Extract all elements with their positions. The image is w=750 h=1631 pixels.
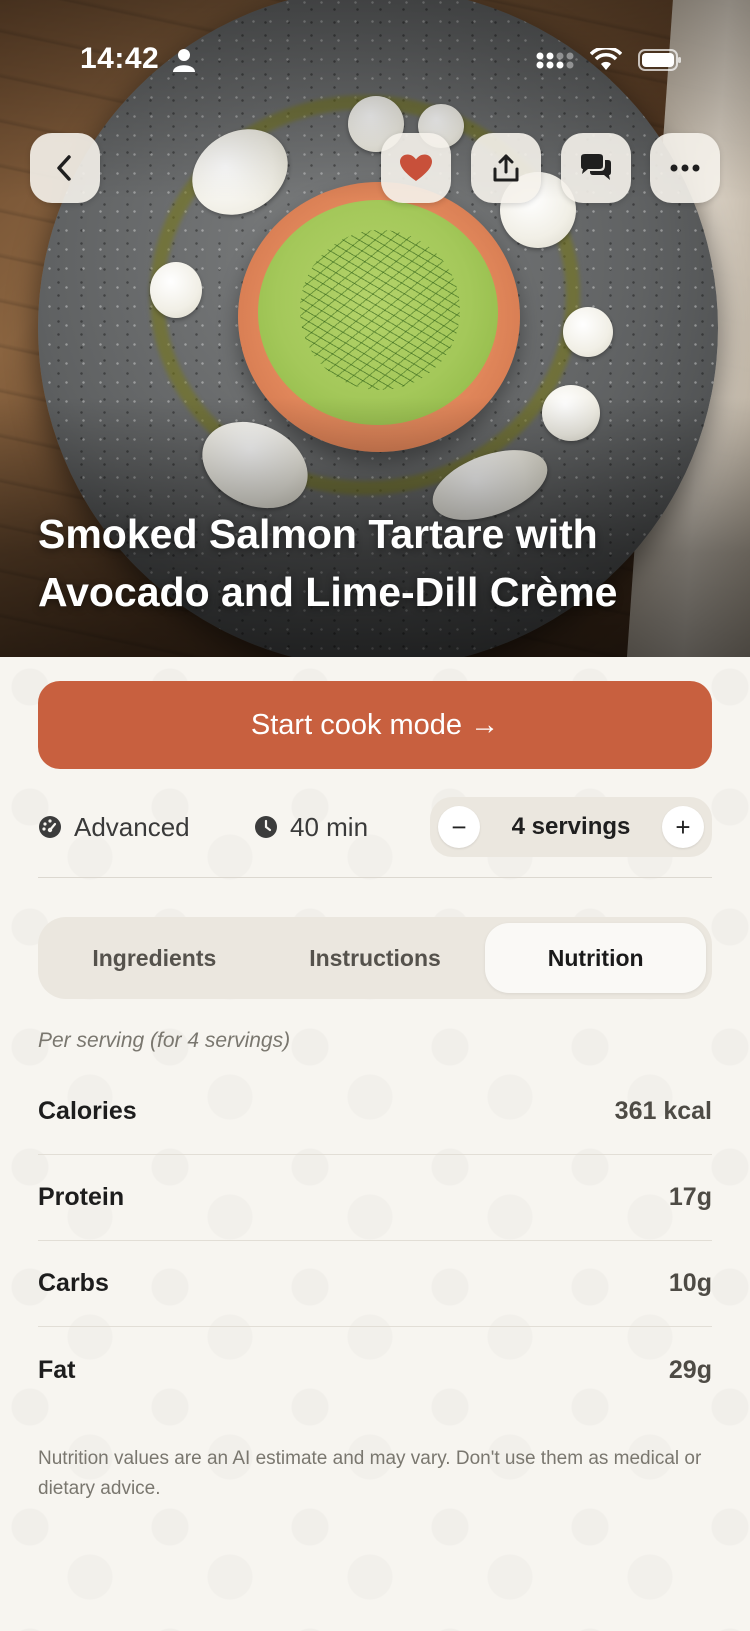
divider	[38, 877, 712, 878]
recipe-tabs: Ingredients Instructions Nutrition	[38, 917, 712, 999]
creme-dollop	[563, 307, 613, 357]
status-time: 14:42	[80, 42, 160, 75]
nutrition-label: Calories	[38, 1097, 137, 1125]
nutrition-label: Protein	[38, 1183, 125, 1211]
nutrition-row-fat: Fat 29g	[38, 1327, 712, 1413]
heart-icon	[400, 154, 432, 181]
share-icon	[493, 154, 519, 182]
cook-time: 40 min	[254, 797, 368, 857]
chat-bubbles-icon	[581, 154, 611, 180]
wifi-icon	[590, 48, 622, 70]
status-bar: 14:42	[0, 0, 750, 120]
nutrition-label: Fat	[38, 1355, 76, 1384]
nutrition-row-calories: Calories 361 kcal	[38, 1069, 712, 1155]
nutrition-value: 10g	[668, 1269, 712, 1297]
tab-nutrition[interactable]: Nutrition	[485, 923, 707, 993]
recipe-meta: Advanced 40 min − 4 servings +	[38, 797, 712, 857]
battery-icon	[638, 49, 681, 71]
start-cook-mode-button[interactable]: Start cook mode →	[38, 681, 712, 769]
tab-ingredients[interactable]: Ingredients	[44, 923, 265, 993]
per-serving-note: Per serving (for 4 servings)	[38, 1029, 291, 1052]
tab-instructions[interactable]: Instructions	[265, 923, 486, 993]
nutrition-value: 17g	[668, 1183, 712, 1211]
favorite-button[interactable]	[381, 133, 451, 203]
nutrition-value: 361 kcal	[614, 1097, 712, 1125]
gauge-icon	[39, 816, 61, 838]
status-icons	[536, 48, 682, 72]
nutrition-value: 29g	[668, 1355, 712, 1384]
servings-stepper: − 4 servings +	[430, 797, 712, 857]
creme-dollop	[150, 262, 202, 318]
more-button[interactable]	[650, 133, 720, 203]
person-icon	[173, 49, 195, 72]
chevron-left-icon	[57, 155, 71, 181]
decrease-servings-button[interactable]: −	[438, 806, 480, 848]
cook-mode-label: Start cook mode →	[250, 708, 500, 741]
nutrition-row-carbs: Carbs 10g	[38, 1241, 712, 1327]
clock-icon	[255, 816, 277, 838]
cellular-signal-icon	[536, 52, 574, 69]
difficulty: Advanced	[38, 797, 190, 857]
more-horizontal-icon	[670, 164, 700, 172]
comments-button[interactable]	[561, 133, 631, 203]
share-button[interactable]	[471, 133, 541, 203]
increase-servings-button[interactable]: +	[661, 806, 704, 848]
recipe-title: Smoked Salmon Tartare with Avocado and L…	[38, 511, 618, 615]
difficulty-label: Advanced	[74, 811, 190, 842]
servings-label: 4 servings	[511, 813, 631, 840]
recipe-content: Start cook mode → Advanced 40 min − 4 se…	[0, 657, 750, 1631]
nutrition-label: Carbs	[38, 1269, 109, 1297]
cook-time-label: 40 min	[290, 811, 369, 842]
back-button[interactable]	[30, 133, 100, 203]
nutrition-list: Calories 361 kcal Protein 17g Carbs 10g …	[38, 1069, 712, 1413]
dill-garnish	[300, 230, 460, 390]
nutrition-disclaimer: Nutrition values are an AI estimate and …	[38, 1448, 702, 1499]
nutrition-row-protein: Protein 17g	[38, 1155, 712, 1241]
